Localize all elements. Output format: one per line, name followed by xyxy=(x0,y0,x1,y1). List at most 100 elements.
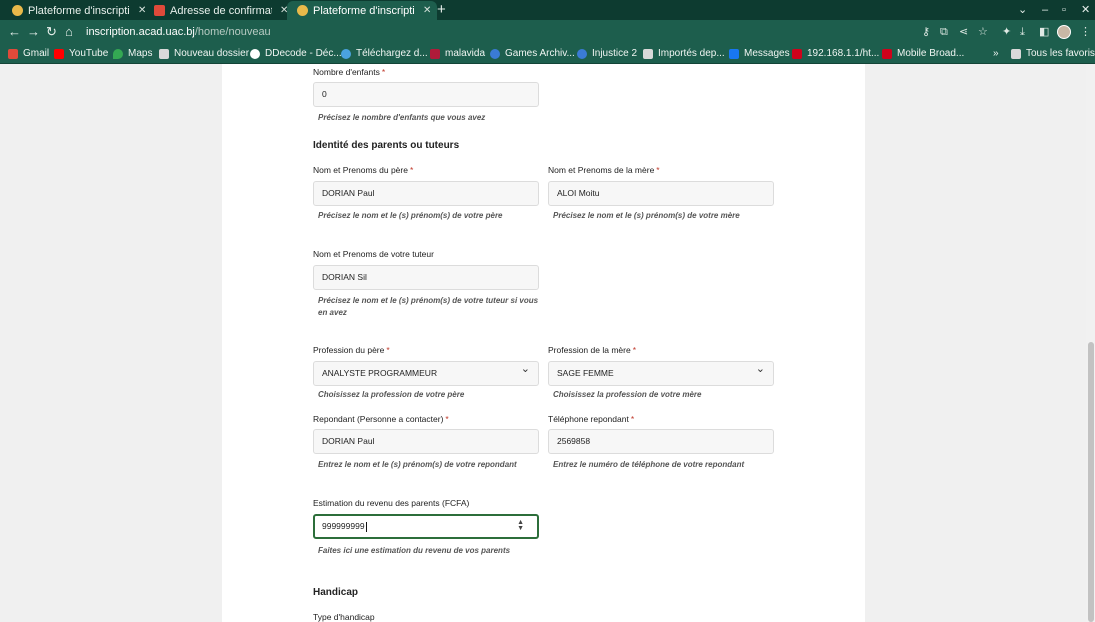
income-label: Estimation du revenu des parents (FCFA) xyxy=(313,498,470,508)
bookmark-maps[interactable]: Maps xyxy=(113,44,152,64)
bookmark-messages[interactable]: Messages xyxy=(729,44,790,64)
respondent-input[interactable]: DORIAN Paul xyxy=(313,429,539,454)
globe-icon xyxy=(250,49,260,59)
bookmark-injustice[interactable]: Injustice 2 xyxy=(577,44,637,64)
browser-tab-strip: Plateforme d'inscription ✕ Adresse de co… xyxy=(0,0,1095,20)
address-bar[interactable]: inscription.acad.uac.bj/home/nouveau xyxy=(86,22,1004,42)
number-spinner-icon[interactable]: ▲ ▼ xyxy=(517,519,524,532)
bookmark-gmail[interactable]: Gmail xyxy=(8,44,49,64)
browser-toolbar: ← → ↻ ⌂ inscription.acad.uac.bj/home/nou… xyxy=(0,20,1095,44)
maximize-icon[interactable]: ▫ xyxy=(1062,0,1066,20)
father-name-label: Nom et Prenoms du père * xyxy=(313,165,414,175)
facebook-icon xyxy=(729,49,739,59)
url-host: inscription.acad.uac.bj xyxy=(86,26,195,38)
folder-icon xyxy=(159,49,169,59)
bookmark-label: 192.168.1.1/ht... xyxy=(807,48,880,59)
father-profession-label: Profession du père * xyxy=(313,345,390,355)
bookmark-label: malavida xyxy=(445,48,486,59)
bookmark-router[interactable]: 192.168.1.1/ht... xyxy=(792,44,879,64)
registration-form: Nombre d'enfants * 0 Précisez le nombre d… xyxy=(222,64,865,622)
bookmark-label: YouTube xyxy=(69,48,109,59)
mother-profession-hint: Choisissez la profession de votre mère xyxy=(553,390,702,399)
respondent-phone-label: Téléphone repondant * xyxy=(548,414,635,424)
respondent-label: Repondant (Personne a contacter) * xyxy=(313,414,449,424)
bookmark-label: Tous les favoris xyxy=(1026,48,1095,59)
bookmark-telechargez[interactable]: Téléchargez d... xyxy=(341,44,428,64)
share-icon[interactable]: ⋖ xyxy=(959,20,968,44)
browser-tab-3-active[interactable]: Plateforme d'inscription ✕ xyxy=(287,1,438,20)
forward-icon[interactable]: → xyxy=(27,20,40,44)
father-profession-select[interactable]: ANALYSTE PROGRAMMEUR xyxy=(313,358,539,386)
gmail-icon xyxy=(8,49,18,59)
father-name-hint: Précisez le nom et le (s) prénom(s) de v… xyxy=(318,211,503,220)
tutor-name-input[interactable]: DORIAN Sil xyxy=(313,265,539,290)
respondent-phone-input[interactable]: 2569858 xyxy=(548,429,774,454)
text-caret xyxy=(365,521,367,532)
bookmark-label: Téléchargez d... xyxy=(356,48,428,59)
close-tab-icon[interactable]: ✕ xyxy=(423,5,431,16)
tab-search-chevron-icon[interactable]: ⌄ xyxy=(1018,0,1027,20)
home-icon[interactable]: ⌂ xyxy=(65,20,73,44)
gmail-favicon-icon xyxy=(154,5,165,16)
close-window-icon[interactable]: ✕ xyxy=(1081,0,1090,20)
bookmark-ddecode[interactable]: DDecode - Déc... xyxy=(250,44,342,64)
mother-profession-select[interactable]: SAGE FEMME xyxy=(548,358,774,386)
children-count-input[interactable]: 0 xyxy=(313,82,539,107)
respondent-phone-hint: Entrez le numéro de téléphone de votre r… xyxy=(553,460,745,469)
arrow-site-icon xyxy=(577,49,587,59)
bookmark-games-archive[interactable]: Games Archiv... xyxy=(490,44,575,64)
games-icon xyxy=(490,49,500,59)
tab-title: Plateforme d'inscription xyxy=(313,4,415,17)
huawei-icon xyxy=(882,49,892,59)
children-count-label: Nombre d'enfants * xyxy=(313,67,386,77)
academy-favicon-icon xyxy=(297,5,308,16)
extensions-icon[interactable]: ✦ xyxy=(1002,20,1011,44)
malavida-icon xyxy=(430,49,440,59)
minimize-icon[interactable]: – xyxy=(1042,0,1048,20)
back-icon[interactable]: ← xyxy=(8,20,21,44)
scrollbar-thumb[interactable] xyxy=(1088,342,1094,622)
children-count-hint: Précisez le nombre d'enfants que vous av… xyxy=(318,113,486,122)
bookmark-label: Nouveau dossier xyxy=(174,48,250,59)
handicap-type-label: Type d'handicap xyxy=(313,612,375,622)
tutor-name-label: Nom et Prenoms de votre tuteur xyxy=(313,249,434,259)
bookmark-label: Injustice 2 xyxy=(592,48,638,59)
bookmark-youtube[interactable]: YouTube xyxy=(54,44,108,64)
mother-profession-label: Profession de la mère * xyxy=(548,345,636,355)
income-number-input[interactable]: 999999999 ▲ ▼ xyxy=(313,514,539,539)
folder-icon xyxy=(1011,49,1021,59)
father-name-input[interactable]: DORIAN Paul xyxy=(313,181,539,206)
menu-kebab-icon[interactable]: ⋮ xyxy=(1080,20,1091,44)
reload-icon[interactable]: ↻ xyxy=(46,20,57,44)
all-bookmarks-folder[interactable]: Tous les favoris xyxy=(1011,44,1095,64)
mother-name-hint: Précisez le nom et le (s) prénom(s) de v… xyxy=(553,211,740,220)
translate-icon[interactable]: ⧉ xyxy=(940,20,948,44)
side-panel-icon[interactable]: ◧ xyxy=(1039,20,1049,44)
folder-icon xyxy=(643,49,653,59)
profile-avatar[interactable] xyxy=(1057,25,1071,39)
page-scrollbar[interactable] xyxy=(1086,64,1095,622)
key-icon[interactable]: ⚷ xyxy=(922,20,930,44)
browser-tab-1[interactable]: Plateforme d'inscription ✕ xyxy=(2,1,152,20)
youtube-icon xyxy=(54,49,64,59)
bookmark-importes[interactable]: Importés dep... xyxy=(643,44,725,64)
bookmark-label: Messages xyxy=(744,48,790,59)
browser-tab-2[interactable]: Adresse de confirmation ✕ xyxy=(144,1,294,20)
tab-title: Adresse de confirmation xyxy=(170,4,272,17)
mother-name-input[interactable]: ALOI Moitu xyxy=(548,181,774,206)
download-icon[interactable]: ⤓ xyxy=(1020,20,1025,44)
bookmark-star-icon[interactable]: ☆ xyxy=(978,20,988,44)
bookmark-label: Gmail xyxy=(23,48,50,59)
bookmarks-bar: Gmail YouTube Maps Nouveau dossier DDeco… xyxy=(0,44,1095,64)
bookmark-mobile-broadband[interactable]: Mobile Broad... xyxy=(882,44,964,64)
income-value: 999999999 xyxy=(322,521,365,531)
bookmark-label: Importés dep... xyxy=(658,48,725,59)
bookmarks-overflow-icon[interactable]: » xyxy=(993,44,999,64)
bookmark-label: Mobile Broad... xyxy=(897,48,965,59)
bookmark-malavida[interactable]: malavida xyxy=(430,44,485,64)
url-path: /home/nouveau xyxy=(194,26,271,38)
huawei-icon xyxy=(792,49,802,59)
bookmark-nouveau-dossier[interactable]: Nouveau dossier xyxy=(159,44,249,64)
new-tab-icon[interactable]: + xyxy=(437,0,446,20)
bookmark-label: DDecode - Déc... xyxy=(265,48,342,59)
